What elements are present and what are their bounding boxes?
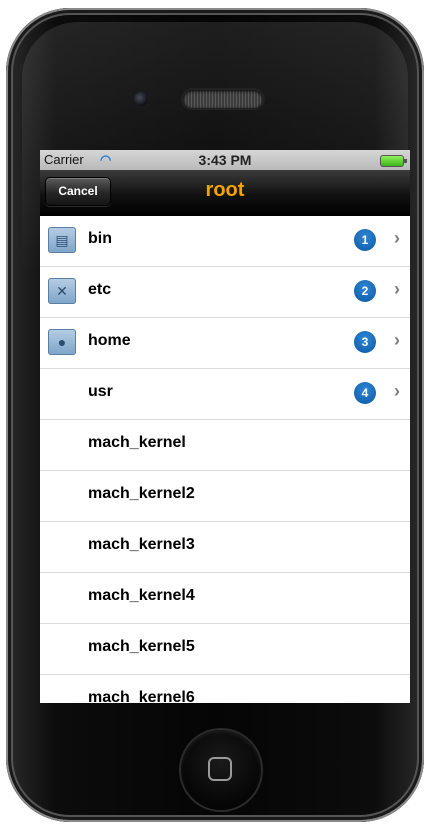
- list-item-label: mach_kernel6: [88, 689, 195, 703]
- list-item-label: mach_kernel2: [88, 485, 195, 502]
- iphone-device-frame: Carrier ◠ 3:43 PM Cancel root ▤ bin 1 › …: [6, 8, 424, 822]
- list-item-mach-kernel[interactable]: mach_kernel: [40, 420, 410, 471]
- navigation-bar: Cancel root: [40, 170, 410, 216]
- list-item-mach-kernel2[interactable]: mach_kernel2: [40, 471, 410, 522]
- count-badge: 4: [354, 382, 376, 404]
- home-folder-icon: ●: [48, 329, 76, 355]
- list-item-mach-kernel3[interactable]: mach_kernel3: [40, 522, 410, 573]
- status-time: 3:43 PM: [198, 152, 252, 168]
- chevron-right-icon: ›: [394, 381, 400, 401]
- chevron-right-icon: ›: [394, 330, 400, 350]
- file-list: ▤ bin 1 › ✕ etc 2 › ● home 3 › usr 4 › m…: [40, 216, 410, 703]
- list-item-label: home: [88, 332, 131, 349]
- list-item-etc[interactable]: ✕ etc 2 ›: [40, 267, 410, 318]
- list-item-mach-kernel4[interactable]: mach_kernel4: [40, 573, 410, 624]
- list-item-label: usr: [88, 383, 113, 400]
- list-item-usr[interactable]: usr 4 ›: [40, 369, 410, 420]
- front-camera: [134, 92, 148, 106]
- list-item-label: mach_kernel: [88, 434, 186, 451]
- list-item-label: mach_kernel3: [88, 536, 195, 553]
- count-badge: 1: [354, 229, 376, 251]
- home-square-icon: [208, 757, 232, 781]
- list-item-home[interactable]: ● home 3 ›: [40, 318, 410, 369]
- tools-folder-icon: ✕: [48, 278, 76, 304]
- list-item-label: bin: [88, 230, 112, 247]
- list-item-mach-kernel6[interactable]: mach_kernel6: [40, 675, 410, 703]
- status-bar: Carrier ◠ 3:43 PM: [40, 150, 410, 170]
- folder-icon: ▤: [48, 227, 76, 253]
- nav-title: root: [205, 179, 245, 201]
- home-button[interactable]: [181, 730, 261, 810]
- list-item-label: etc: [88, 281, 112, 298]
- chevron-right-icon: ›: [394, 228, 400, 248]
- earpiece-speaker: [183, 90, 263, 108]
- list-item-label: mach_kernel4: [88, 587, 195, 604]
- count-badge: 3: [354, 331, 376, 353]
- count-badge: 2: [354, 280, 376, 302]
- list-item-mach-kernel5[interactable]: mach_kernel5: [40, 624, 410, 675]
- battery-icon: [380, 155, 407, 167]
- list-item-bin[interactable]: ▤ bin 1 ›: [40, 216, 410, 267]
- screen: Carrier ◠ 3:43 PM Cancel root ▤ bin 1 › …: [40, 150, 410, 703]
- list-item-label: mach_kernel5: [88, 638, 195, 655]
- chevron-right-icon: ›: [394, 279, 400, 299]
